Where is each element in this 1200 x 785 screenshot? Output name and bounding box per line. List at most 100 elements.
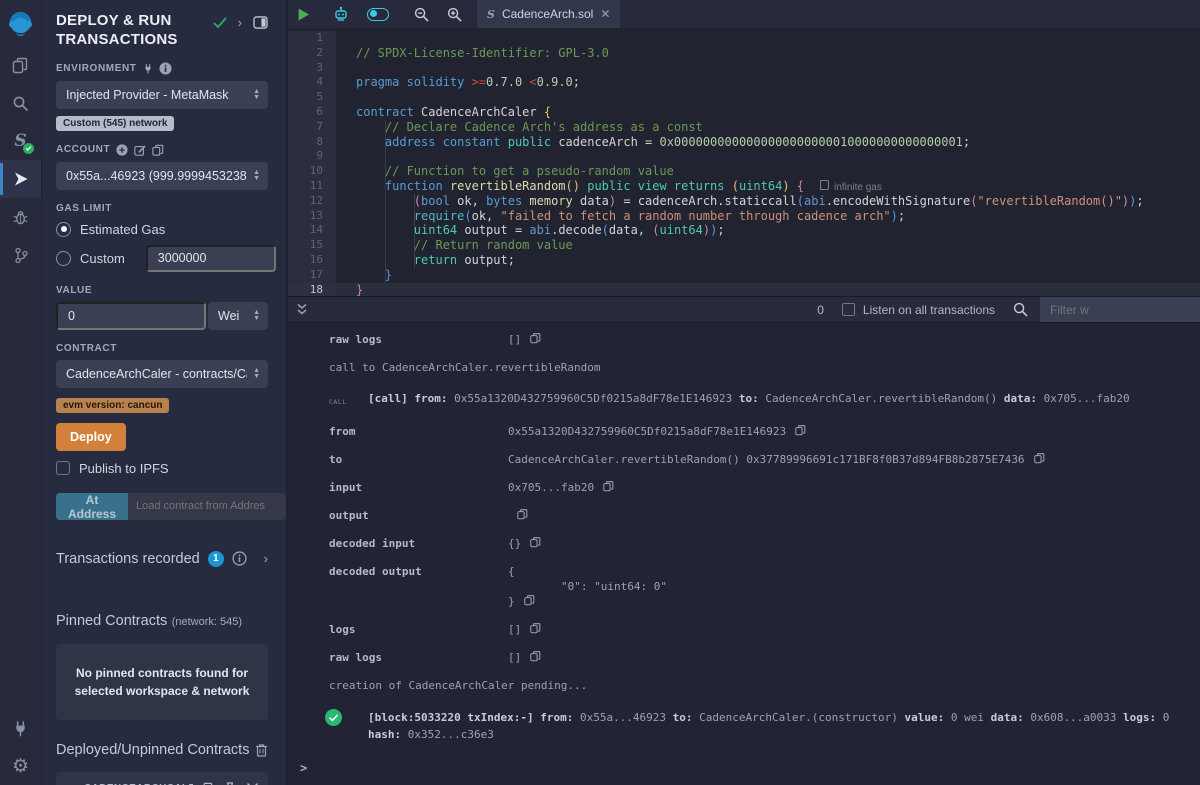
success-check-icon [325, 709, 342, 726]
sidebar-item-debugger[interactable] [0, 198, 41, 236]
value-label: VALUE [56, 285, 268, 296]
env-plug-icon[interactable] [143, 63, 153, 74]
terminal-collapse-icon[interactable] [288, 303, 316, 316]
code-line: 16 return output; [288, 253, 1200, 268]
publish-ipfs-checkbox[interactable] [56, 461, 70, 475]
sidebar-item-search[interactable] [0, 84, 41, 122]
compiled-check-badge [23, 143, 34, 154]
deployed-contract-card: CADENCEARCHCALER AT 0X... Balance: 0 ETH… [56, 772, 268, 785]
environment-select[interactable]: Injected Provider - MetaMask ▲▼ [56, 81, 268, 109]
zoom-out-button[interactable] [398, 0, 438, 28]
code-lines: 12// SPDX-License-Identifier: GPL-3.034p… [288, 28, 1200, 296]
tx-expand-icon[interactable]: › [264, 552, 268, 565]
code-line: 9 [288, 149, 1200, 164]
env-info-icon[interactable] [159, 62, 172, 75]
clear-contracts-trash-icon[interactable] [255, 743, 268, 757]
pin-panel-icon[interactable] [253, 16, 268, 29]
listen-all-checkbox[interactable] [842, 303, 855, 316]
debugger-bug-icon [12, 209, 29, 226]
terminal-search-icon[interactable] [1013, 302, 1028, 317]
account-select[interactable]: 0x55a...46923 (999.9999453238 ▲▼ [56, 162, 268, 190]
listen-all-label: Listen on all transactions [863, 303, 995, 317]
terminal-line: decoded output{ "0": "uint64: 0"} [288, 564, 1200, 609]
terminal-line: call[call] from: 0x55a1320D432759960C5Df… [288, 391, 1200, 410]
select-stepper-icon: ▲▼ [253, 170, 260, 181]
select-stepper-icon: ▲▼ [253, 310, 260, 321]
play-icon [297, 8, 310, 21]
terminal-filter-input[interactable] [1040, 296, 1200, 323]
contract-select[interactable]: CadenceArchCaler - contracts/Cac ▲▼ [56, 360, 268, 388]
sidebar-item-file-explorer[interactable] [0, 46, 41, 84]
terminal-line: toCadenceArchCaler.revertibleRandom() 0x… [288, 452, 1200, 467]
custom-gas-input[interactable] [146, 245, 276, 272]
code-line: 10 // Function to get a pseudo-random va… [288, 164, 1200, 179]
copy-icon[interactable] [1034, 452, 1045, 464]
copy-icon[interactable] [530, 536, 541, 548]
copy-icon[interactable] [530, 650, 541, 662]
sidebar-item-solidity-compiler[interactable]: S [0, 122, 41, 160]
publish-ipfs-option[interactable]: Publish to IPFS [56, 461, 268, 476]
remix-logo[interactable] [0, 0, 41, 46]
terminal-line: logs[] [288, 622, 1200, 637]
code-editor[interactable]: 12// SPDX-License-Identifier: GPL-3.034p… [288, 28, 1200, 296]
tx-info-icon[interactable] [232, 551, 247, 566]
solidity-compiler-icon: S [14, 131, 26, 151]
terminal-prompt[interactable]: > [288, 761, 1200, 785]
sidebar-item-git[interactable] [0, 236, 41, 274]
remix-ide: S ⚙ DEPLOY & RUN TRANSACTIONS [0, 0, 1200, 785]
select-stepper-icon: ▲▼ [253, 89, 260, 100]
copy-icon[interactable] [530, 622, 541, 634]
edit-account-icon[interactable] [134, 144, 146, 156]
estimated-gas-option[interactable]: Estimated Gas [56, 222, 268, 237]
sidebar-item-plugin-manager[interactable] [0, 709, 41, 747]
copy-icon[interactable] [603, 480, 614, 492]
terminal-header: 0 Listen on all transactions [288, 296, 1200, 323]
copy-icon[interactable] [530, 332, 541, 344]
terminal-body: raw logs[]call to CadenceArchCaler.rever… [288, 323, 1200, 785]
panel-forward-icon[interactable]: › [238, 16, 242, 29]
account-label: ACCOUNT [56, 144, 268, 156]
main-area: S CadenceArch.sol ✕ 12// SPDX-License-Id… [288, 0, 1200, 785]
add-account-icon[interactable] [116, 144, 128, 156]
tab-close-icon[interactable]: ✕ [600, 7, 610, 21]
terminal-line: raw logs[] [288, 332, 1200, 347]
zoom-in-button[interactable] [438, 0, 471, 28]
pinned-empty-message: No pinned contracts found for selected w… [56, 644, 268, 720]
settings-gear-icon: ⚙ [12, 757, 29, 776]
code-line: 18} [288, 283, 1200, 296]
ai-copilot-toggle[interactable] [358, 0, 398, 28]
copy-account-icon[interactable] [152, 144, 164, 156]
copy-icon[interactable] [517, 508, 528, 520]
zoom-in-icon [447, 7, 462, 22]
sidebar-item-deploy-run[interactable] [0, 160, 41, 198]
copy-icon[interactable] [524, 594, 535, 606]
code-line: 6contract CadenceArchCaler { [288, 105, 1200, 120]
plug-icon [12, 720, 29, 737]
code-line: 2// SPDX-License-Identifier: GPL-3.0 [288, 46, 1200, 61]
value-input[interactable] [56, 302, 206, 330]
at-address-input[interactable] [128, 493, 286, 520]
estimated-gas-radio[interactable] [56, 222, 71, 237]
copy-icon[interactable] [795, 424, 806, 436]
run-script-button[interactable] [288, 0, 319, 28]
at-address-button[interactable]: At Address [56, 493, 128, 520]
sidebar-item-settings[interactable]: ⚙ [0, 747, 41, 785]
transactions-recorded[interactable]: Transactions recorded 1 › [42, 535, 286, 583]
strip-spacer [0, 274, 41, 709]
custom-gas-option[interactable]: Custom [56, 245, 268, 272]
deploy-button[interactable]: Deploy [56, 423, 126, 451]
tab-cadencearch-sol[interactable]: S CadenceArch.sol ✕ [477, 0, 620, 28]
panel-title: DEPLOY & RUN TRANSACTIONS [56, 12, 206, 50]
custom-gas-radio[interactable] [56, 251, 71, 266]
code-line: 3 [288, 61, 1200, 76]
search-icon [12, 95, 29, 112]
value-unit-select[interactable]: Wei ▲▼ [208, 302, 268, 330]
icon-strip: S ⚙ [0, 0, 42, 785]
remixai-button[interactable] [319, 0, 358, 28]
toggle-icon [367, 8, 389, 21]
pin-contract-icon[interactable] [224, 782, 236, 785]
select-stepper-icon: ▲▼ [253, 368, 260, 379]
terminal-lines: raw logs[]call to CadenceArchCaler.rever… [288, 332, 1200, 757]
code-line: 17 } [288, 268, 1200, 283]
terminal-line: from0x55a1320D432759960C5Df0215a8dF78e1E… [288, 424, 1200, 439]
